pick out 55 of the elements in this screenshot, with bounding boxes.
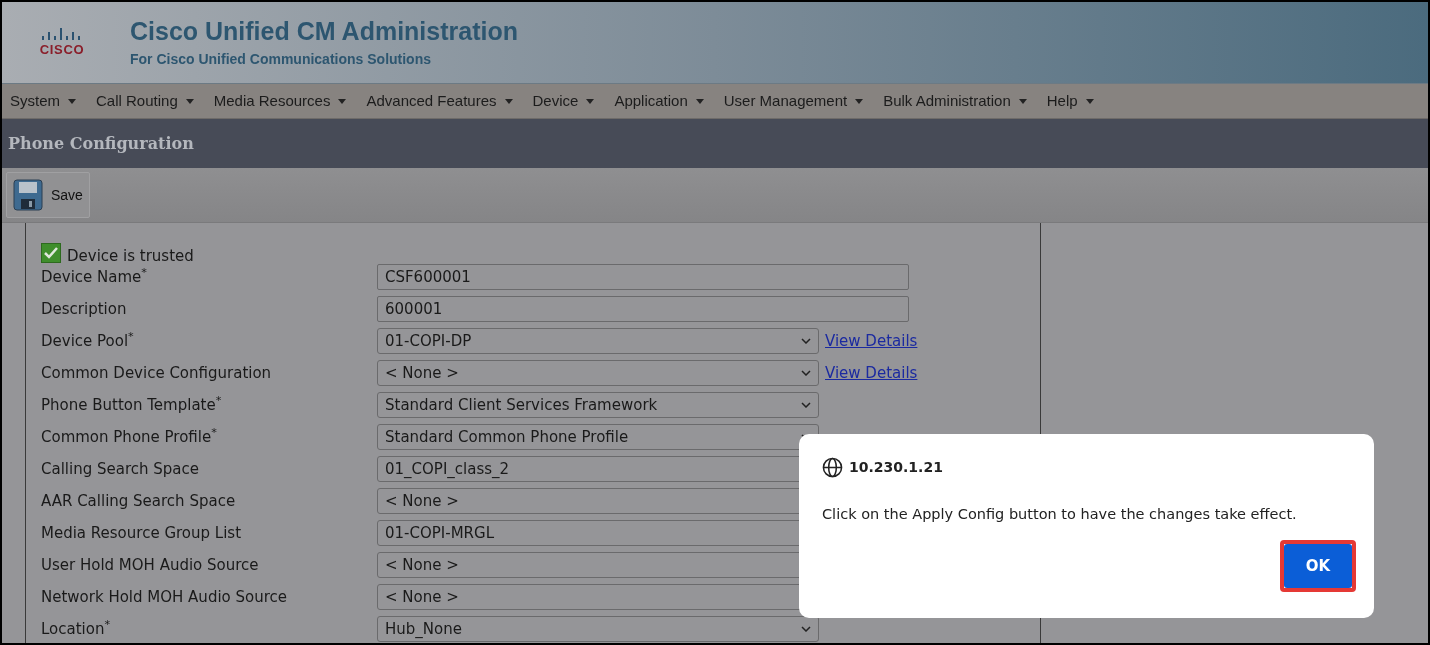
select-field[interactable]: 01-COPI-DP bbox=[377, 328, 819, 354]
menu-item[interactable]: User Management bbox=[723, 89, 864, 113]
field-label: Network Hold MOH Audio Source bbox=[41, 586, 289, 608]
check-icon bbox=[44, 247, 58, 259]
select-field[interactable]: Standard Client Services Framework bbox=[377, 392, 819, 418]
field-label: AAR Calling Search Space bbox=[41, 490, 237, 512]
text-field[interactable]: CSF600001 bbox=[377, 264, 909, 290]
view-details-link[interactable]: View Details bbox=[825, 329, 918, 353]
field-label: Common Phone Profile$^{*}$ bbox=[41, 425, 218, 448]
dialog-message: Click on the Apply Config button to have the changes take effect. bbox=[822, 505, 1298, 524]
chevron-icon bbox=[801, 338, 811, 344]
field-label: Device Name$^{*}$ bbox=[41, 265, 148, 288]
field-label: Media Resource Group List bbox=[41, 522, 243, 544]
logo: CISCO bbox=[16, 11, 108, 74]
chevron-icon bbox=[801, 402, 811, 408]
caret-icon bbox=[338, 98, 347, 104]
menu-item[interactable]: System bbox=[10, 89, 76, 113]
field-label: Description bbox=[41, 298, 128, 320]
caret-icon bbox=[504, 98, 513, 104]
chevron-icon bbox=[801, 626, 811, 632]
menu-item[interactable]: Media Resources bbox=[213, 89, 347, 113]
view-details-link[interactable]: View Details bbox=[825, 361, 918, 385]
select-field[interactable]: < None > bbox=[377, 360, 819, 386]
caret-icon bbox=[1018, 98, 1027, 104]
field-label: Device Pool$^{*}$ bbox=[41, 329, 135, 352]
field-label: Calling Search Space bbox=[41, 458, 200, 480]
field-label: Phone Button Template$^{*}$ bbox=[41, 393, 223, 416]
caret-icon bbox=[68, 98, 76, 104]
field-label: Location$^{*}$ bbox=[41, 617, 112, 640]
dialog-origin: 10.230.1.21 bbox=[849, 458, 943, 477]
save-button[interactable]: Save bbox=[6, 172, 90, 218]
field-label: User Hold MOH Audio Source bbox=[41, 554, 260, 576]
app-subtitle: For Cisco Unified Communications Solutions bbox=[130, 49, 432, 69]
text-field[interactable]: 600001 bbox=[377, 296, 909, 322]
menu-item[interactable]: Bulk Administration bbox=[883, 89, 1027, 113]
page-title: Phone Configuration bbox=[8, 132, 194, 155]
select-field[interactable]: Hub_None bbox=[377, 616, 819, 642]
caret-icon bbox=[695, 98, 704, 104]
ok-button[interactable]: OK bbox=[1284, 543, 1352, 588]
app-title: Cisco Unified CM Administration bbox=[130, 15, 518, 46]
select-field[interactable]: Standard Common Phone Profile bbox=[377, 424, 819, 450]
field-label: Common Device Configuration bbox=[41, 362, 273, 384]
menu-item[interactable]: Call Routing bbox=[96, 89, 194, 113]
menu-item[interactable]: Help bbox=[1046, 89, 1094, 113]
menu-item[interactable]: Device bbox=[532, 89, 595, 113]
caret-icon bbox=[1085, 98, 1094, 104]
checkbox-label: Device is trusted bbox=[67, 245, 194, 267]
menu-item[interactable]: Application bbox=[614, 89, 704, 113]
globe-icon bbox=[822, 457, 843, 478]
caret-icon bbox=[855, 98, 864, 104]
chevron-icon bbox=[801, 370, 811, 376]
trusted-checkbox[interactable] bbox=[41, 243, 61, 263]
caret-icon bbox=[185, 98, 194, 104]
caret-icon bbox=[586, 98, 595, 104]
menu-item[interactable]: Advanced Features bbox=[366, 89, 513, 113]
